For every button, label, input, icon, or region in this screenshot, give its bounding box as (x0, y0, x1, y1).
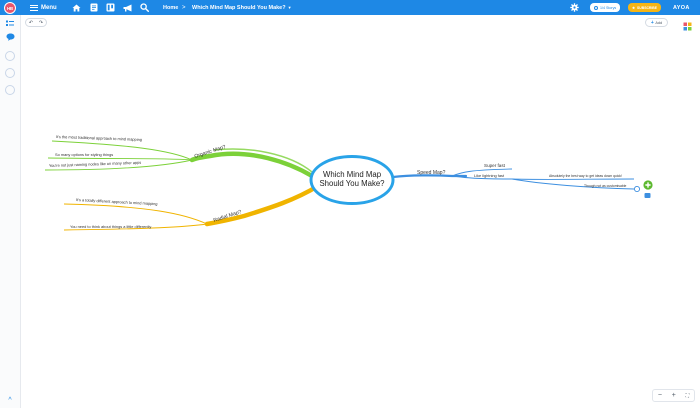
leaf-text: Like lightning fast (474, 173, 505, 178)
subscribe-button[interactable]: ★ SUBSCRIBE (628, 3, 662, 12)
user-icon[interactable] (5, 85, 15, 95)
storage-icon (594, 5, 598, 10)
caret-down-icon: ▼ (287, 5, 292, 10)
leaf-text: You need to think about things a little … (70, 224, 151, 229)
mind-map-canvas[interactable]: Organic Map? It's the most traditional a… (21, 29, 700, 408)
fit-screen-icon[interactable]: ⛶ (686, 393, 690, 399)
redo-icon[interactable]: ↷ (39, 20, 43, 26)
undo-icon[interactable]: ↶ (29, 20, 33, 26)
board-icon[interactable] (105, 0, 116, 15)
search-icon[interactable] (139, 0, 150, 15)
subscribe-label: SUBSCRIBE (637, 5, 658, 10)
leaf-text: Super fast (484, 163, 506, 168)
branch-organic (189, 151, 315, 179)
breadcrumb-separator: > (182, 4, 186, 11)
plus-icon: + (650, 19, 654, 26)
gear-icon[interactable] (569, 0, 579, 15)
hamburger-icon[interactable] (29, 0, 39, 15)
megaphone-icon[interactable] (122, 0, 133, 15)
central-node-line-1: Which Mind Map (323, 170, 382, 179)
star-icon: ★ (632, 5, 636, 10)
map-title: Which Mind Map Should You Make? (192, 4, 286, 11)
chat-icon[interactable] (5, 32, 15, 42)
mind-map: Organic Map? It's the most traditional a… (44, 134, 653, 231)
map-title-dropdown[interactable]: Which Mind Map Should You Make? ▼ (192, 0, 292, 15)
tasks-icon[interactable] (5, 18, 15, 28)
avatar[interactable]: HB (4, 2, 16, 14)
storage-label: 1/4 Storys (600, 5, 617, 10)
palette-icon[interactable] (683, 18, 692, 31)
menu-button[interactable]: Menu (41, 0, 57, 15)
leaf-text: You're not just naming nodes like on man… (49, 160, 141, 168)
leaf-text: Though not as customisable (584, 184, 627, 188)
top-navigation-bar: Menu Home > Which Mind Map Should You Ma… (0, 0, 700, 15)
user-icon[interactable] (5, 68, 15, 78)
collapse-icon[interactable]: ^ (4, 395, 16, 405)
brand-logo: AYOA (673, 4, 690, 11)
central-node-line-2: Should You Make? (319, 179, 385, 188)
add-button[interactable]: + Add (645, 18, 668, 27)
app-window: Menu Home > Which Mind Map Should You Ma… (0, 0, 700, 408)
breadcrumb-home[interactable]: Home (163, 0, 178, 15)
left-sidebar: ^ (0, 15, 21, 408)
leaf-line (51, 140, 193, 161)
zoom-controls: − + ⛶ (652, 389, 695, 402)
zoom-in-button[interactable]: + (672, 392, 676, 399)
user-icon[interactable] (5, 51, 15, 61)
leaf-text: Absolutely the best way to get ideas dow… (549, 174, 622, 178)
zoom-out-button[interactable]: − (658, 392, 662, 399)
branch-label-speed: Speed Map? (417, 170, 446, 176)
storage-button[interactable]: 1/4 Storys (590, 3, 621, 12)
node-handle-icon (633, 185, 641, 193)
home-icon[interactable] (71, 0, 82, 15)
notes-icon[interactable] (88, 0, 99, 15)
leaf-text: It's the most traditional approach to mi… (56, 134, 142, 142)
node-link-icon (644, 193, 651, 198)
leaf-text: So many options for styling things (55, 152, 113, 157)
leaf-line (63, 203, 208, 225)
undo-redo-group: ↶ ↷ (25, 18, 47, 27)
add-label: Add (655, 20, 663, 25)
